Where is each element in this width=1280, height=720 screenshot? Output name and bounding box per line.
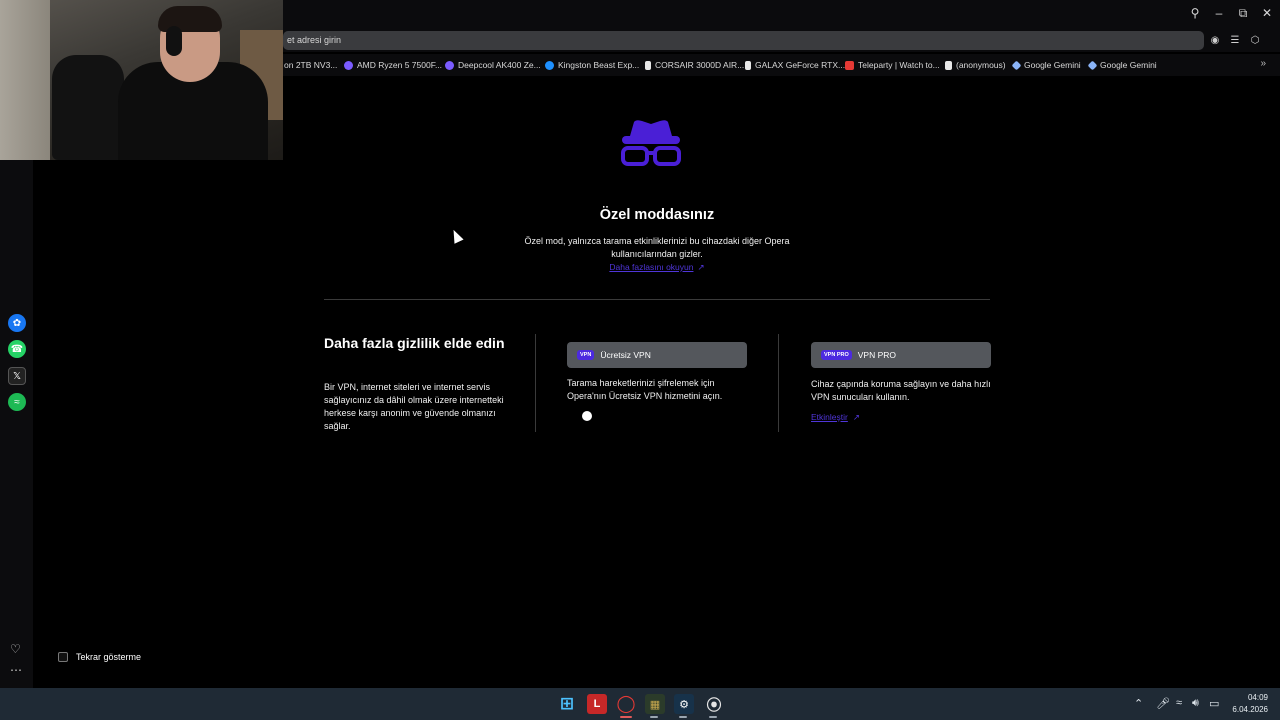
bookmark-label: GALAX GeForce RTX...	[755, 60, 846, 70]
running-indicator	[709, 716, 717, 718]
teleparty-icon	[845, 60, 854, 70]
galax-icon	[745, 60, 751, 70]
free-vpn-text: Tarama hareketlerinizi şifrelemek için O…	[567, 378, 723, 401]
active-indicator	[620, 716, 632, 718]
free-vpn-label: Ücretsiz VPN	[600, 350, 651, 360]
enable-vpn-pro-link[interactable]: Etkinleştir ↗	[811, 412, 860, 423]
bookmark-item[interactable]: Deepcool AK400 Ze...	[445, 58, 541, 72]
check-icon	[545, 60, 554, 70]
address-tools: ◉ ☰ ⬡	[1208, 32, 1262, 48]
volume-icon[interactable]: 🔊︎	[1192, 697, 1199, 710]
extension-icon[interactable]: ⬡	[1248, 32, 1262, 48]
camera-icon[interactable]: ◉	[1208, 32, 1222, 48]
external-link-icon: ↗	[852, 412, 860, 422]
running-indicator	[679, 716, 687, 718]
bookmark-item[interactable]: GALAX GeForce RTX...	[745, 58, 845, 72]
bookmark-label: Google Gemini	[1100, 60, 1157, 70]
private-description: Özel mod, yalnızca tarama etkinliklerini…	[524, 236, 790, 259]
webcam-overlay	[0, 0, 283, 160]
wifi-icon[interactable]: ≈	[1176, 697, 1182, 709]
section-divider	[324, 299, 990, 300]
bookmark-item[interactable]: AMD Ryzen 5 7500F...	[344, 58, 442, 72]
sidebar: ✿ ☎ 𝕏 ≈ ♡ ⋯	[0, 160, 33, 688]
bookmark-label: Google Gemini	[1024, 60, 1081, 70]
column-divider	[778, 334, 779, 432]
shop-icon	[445, 60, 454, 70]
bookmarks-overflow-icon[interactable]: »	[1260, 58, 1266, 69]
launcher-l-icon[interactable]: L	[587, 694, 607, 714]
more-privacy-heading: Daha fazla gizlilik elde edin	[324, 335, 505, 351]
webcam-headset	[166, 26, 182, 56]
external-link-icon: ↗	[697, 262, 705, 272]
bookmark-label: (anonymous)	[956, 60, 1006, 70]
webcam-background	[0, 0, 50, 160]
free-vpn-card[interactable]: VPN Ücretsiz VPN	[567, 342, 747, 368]
close-icon[interactable]: ✕	[1258, 2, 1276, 24]
bookmark-item[interactable]: CORSAIR 3000D AIR...	[645, 58, 744, 72]
bookmark-item[interactable]: Teleparty | Watch to...	[845, 58, 940, 72]
vpn-pro-card[interactable]: VPN PRO VPN PRO	[811, 342, 991, 368]
webcam-chair	[52, 55, 124, 160]
bookmark-item[interactable]: Google Gemini	[1087, 58, 1157, 72]
column-divider	[535, 334, 536, 432]
minimize-icon[interactable]: –	[1210, 2, 1228, 24]
more-options-icon[interactable]: ⋯	[10, 663, 22, 677]
vpn-pro-label: VPN PRO	[857, 350, 897, 360]
address-bar[interactable]: et adresi girin	[283, 31, 1204, 50]
game-launcher-icon[interactable]: ▦	[645, 694, 665, 714]
menu-icon[interactable]: ☰	[1228, 32, 1242, 48]
bookmark-label: on 2TB NV3...	[284, 60, 338, 70]
whatsapp-icon[interactable]: ☎	[8, 340, 26, 358]
learn-more-label: Daha fazlasını okuyun	[609, 262, 694, 272]
vpn-pro-text: Cihaz çapında koruma sağlayın ve daha hı…	[811, 379, 991, 402]
clock[interactable]: 04:09 6.04.2026	[1232, 692, 1268, 716]
dont-show-checkbox[interactable]	[58, 652, 68, 662]
bookmark-label: Deepcool AK400 Ze...	[458, 60, 541, 70]
taskbar: ⊞ L ◯ ▦ ⚙ ⦿ ⌃ 🎤︎ ≈ 🔊︎ ▭ 04:09 6.04.2026	[0, 688, 1280, 720]
x-icon[interactable]: 𝕏	[8, 367, 26, 385]
restore-icon[interactable]: ⧉	[1234, 2, 1252, 24]
clock-date: 6.04.2026	[1232, 705, 1268, 714]
more-privacy-text: Bir VPN, internet siteleri ve internet s…	[324, 382, 504, 431]
dont-show-label: Tekrar gösterme	[76, 652, 142, 662]
bookmark-item[interactable]: on 2TB NV3...	[284, 58, 337, 72]
battery-icon[interactable]: ▭	[1209, 697, 1219, 710]
enable-label: Etkinleştir	[811, 412, 848, 422]
bookmark-label: Teleparty | Watch to...	[858, 60, 940, 70]
page-title: Özel moddasınız	[599, 207, 715, 223]
heart-icon[interactable]: ♡	[10, 642, 21, 656]
clock-time: 04:09	[1247, 693, 1268, 702]
page-icon	[945, 60, 952, 70]
address-placeholder: et adresi girin	[287, 35, 342, 45]
bookmark-label: AMD Ryzen 5 7500F...	[357, 60, 443, 70]
spotify-icon[interactable]: ≈	[8, 393, 26, 411]
bookmark-label: CORSAIR 3000D AIR...	[655, 60, 745, 70]
tray-overflow-icon[interactable]: ⌃	[1134, 697, 1143, 710]
opera-icon[interactable]: ◯	[616, 694, 636, 714]
shop-icon	[344, 60, 353, 70]
obs-icon[interactable]: ⦿	[704, 694, 724, 714]
free-vpn-toggle[interactable]	[582, 411, 592, 421]
bookmark-item[interactable]: Kingston Beast Exp...	[545, 58, 639, 72]
window-controls: ⚲ – ⧉ ✕	[1186, 2, 1276, 24]
vpn-pro-badge: VPN PRO	[821, 350, 852, 360]
bookmark-item[interactable]: Google Gemini	[1011, 58, 1081, 72]
learn-more-link[interactable]: Daha fazlasını okuyun ↗	[557, 262, 757, 273]
incognito-icon	[621, 120, 681, 166]
windows-start-icon[interactable]: ⊞	[557, 694, 577, 714]
messenger-icon[interactable]: ✿	[8, 314, 26, 332]
steam-icon[interactable]: ⚙	[674, 694, 694, 714]
microphone-icon[interactable]: 🎤︎	[1156, 697, 1170, 710]
gemini-icon	[1087, 60, 1098, 70]
dont-show-again[interactable]: Tekrar gösterme	[58, 652, 141, 662]
running-indicator	[650, 716, 658, 718]
search-icon[interactable]: ⚲	[1186, 2, 1204, 24]
gemini-icon	[1011, 60, 1022, 70]
corsair-icon	[645, 60, 651, 70]
vpn-badge: VPN	[577, 350, 595, 360]
bookmark-item[interactable]: (anonymous)	[945, 58, 1006, 72]
bookmark-label: Kingston Beast Exp...	[558, 60, 640, 70]
